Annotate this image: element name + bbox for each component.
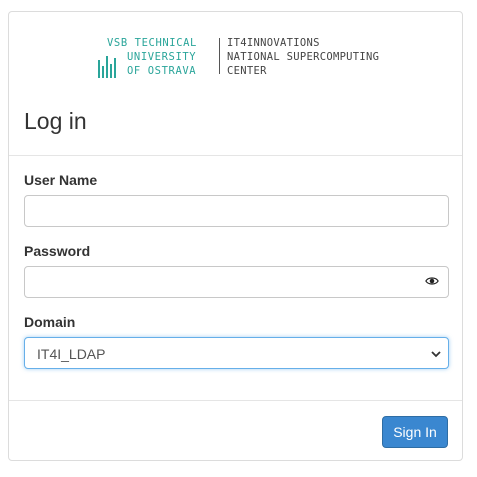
username-input[interactable] [24, 195, 449, 227]
domain-label: Domain [24, 314, 76, 330]
header-divider [9, 155, 462, 156]
footer-divider [9, 400, 462, 401]
logo: VSB TECHNICAL UNIVERSITY OF OSTRAVA IT4I… [97, 36, 397, 92]
it4i-logo-line-1: IT4INNOVATIONS [227, 37, 320, 49]
chevron-down-icon [431, 351, 441, 358]
login-panel: VSB TECHNICAL UNIVERSITY OF OSTRAVA IT4I… [8, 11, 463, 461]
vsb-logo-line-1: VSB TECHNICAL [107, 37, 197, 49]
password-input[interactable] [24, 266, 449, 298]
page-title: Log in [24, 108, 87, 134]
password-field [24, 266, 449, 298]
vsb-logo: VSB TECHNICAL UNIVERSITY OF OSTRAVA [97, 36, 217, 78]
sign-in-button[interactable]: Sign In [382, 416, 448, 448]
username-label: User Name [24, 172, 98, 188]
it4i-logo-line-3: CENTER [227, 65, 267, 77]
domain-select[interactable]: IT4I_LDAP [24, 337, 449, 369]
domain-selected-value: IT4I_LDAP [37, 346, 106, 362]
it4i-logo-line-2: NATIONAL SUPERCOMPUTING [227, 51, 380, 63]
vsb-bars-icon [97, 54, 117, 78]
eye-icon[interactable] [425, 274, 439, 288]
logo-divider [219, 38, 220, 74]
it4i-logo: IT4INNOVATIONS NATIONAL SUPERCOMPUTING C… [227, 36, 379, 78]
password-label: Password [24, 243, 91, 259]
